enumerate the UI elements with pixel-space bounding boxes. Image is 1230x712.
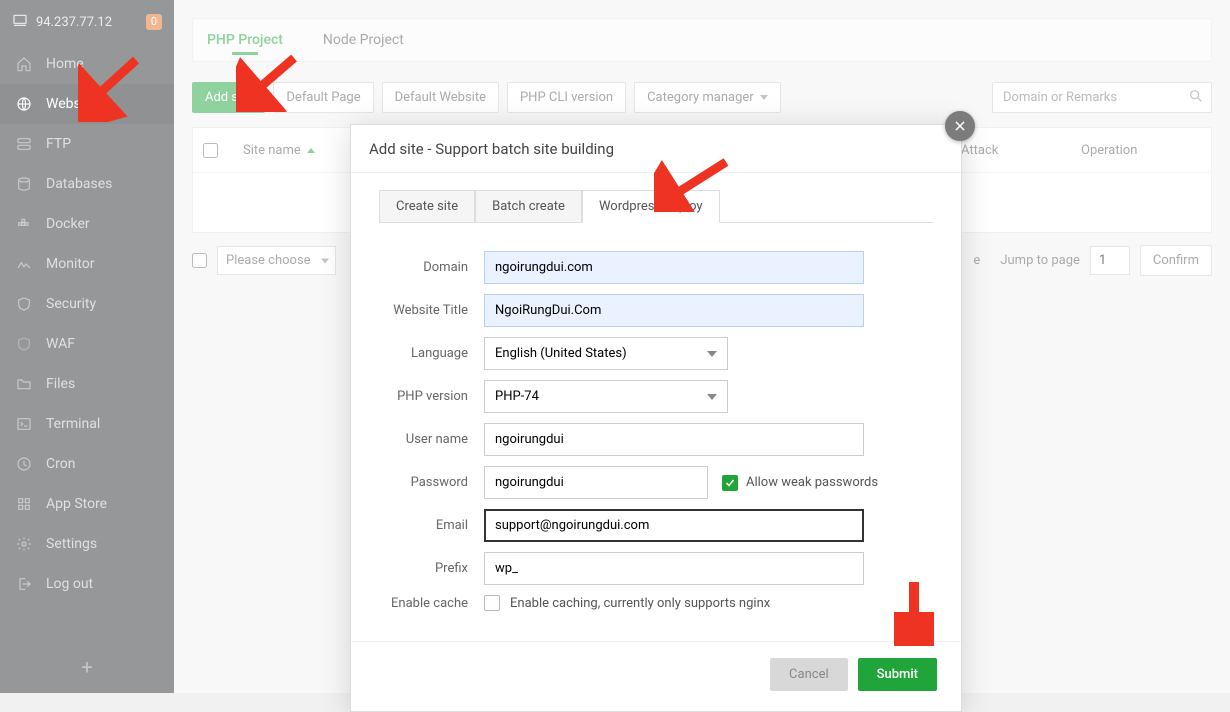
- label-enablecache: Enable cache: [379, 596, 484, 611]
- chevron-down-icon: [707, 351, 717, 357]
- modal-tab-batch[interactable]: Batch create: [475, 190, 582, 223]
- modal-tab-wordpress[interactable]: Wordpress deploy: [582, 190, 720, 223]
- label-domain: Domain: [379, 260, 484, 275]
- language-select[interactable]: English (United States): [484, 337, 728, 370]
- close-icon: [953, 119, 967, 133]
- label-username: User name: [379, 432, 484, 447]
- enable-cache-hint: Enable caching, currently only supports …: [510, 596, 770, 611]
- label-email: Email: [379, 518, 484, 533]
- cancel-button[interactable]: Cancel: [770, 658, 848, 691]
- allow-weak-checkbox[interactable]: [722, 475, 738, 491]
- modal-tab-create-label: Create site: [396, 199, 458, 214]
- username-input[interactable]: [484, 423, 864, 456]
- modal-close-button[interactable]: [945, 111, 975, 141]
- modal-tab-create[interactable]: Create site: [379, 190, 475, 223]
- label-password: Password: [379, 475, 484, 490]
- label-prefix: Prefix: [379, 561, 484, 576]
- submit-label: Submit: [877, 667, 918, 682]
- prefix-input[interactable]: [484, 552, 864, 585]
- allow-weak-label: Allow weak passwords: [746, 475, 878, 490]
- check-icon: [724, 477, 736, 489]
- chevron-down-icon: [707, 394, 717, 400]
- label-title: Website Title: [379, 303, 484, 318]
- website-title-input[interactable]: [484, 294, 864, 327]
- language-value: English (United States): [495, 346, 627, 361]
- label-phpversion: PHP version: [379, 389, 484, 404]
- modal-tab-batch-label: Batch create: [492, 199, 565, 214]
- modal-tab-wordpress-label: Wordpress deploy: [599, 199, 703, 214]
- domain-input[interactable]: [484, 251, 864, 284]
- cancel-label: Cancel: [789, 667, 829, 682]
- password-input[interactable]: [484, 466, 708, 499]
- php-version-select[interactable]: PHP-74: [484, 380, 728, 413]
- submit-button[interactable]: Submit: [858, 658, 937, 691]
- modal-title: Add site - Support batch site building: [351, 125, 961, 173]
- label-language: Language: [379, 346, 484, 361]
- email-input[interactable]: [484, 509, 864, 542]
- php-version-value: PHP-74: [495, 389, 539, 404]
- enable-cache-checkbox[interactable]: [484, 595, 500, 611]
- add-site-modal: Add site - Support batch site building C…: [350, 124, 962, 712]
- modal-title-text: Add site - Support batch site building: [369, 140, 614, 158]
